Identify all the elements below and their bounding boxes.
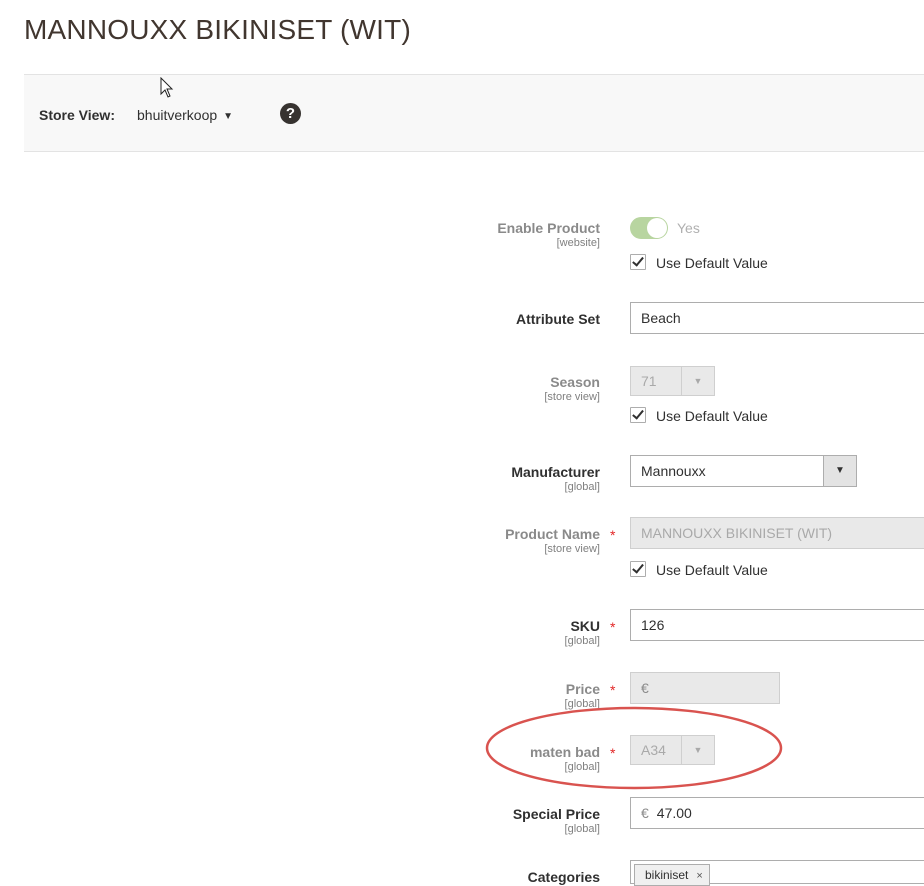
category-tag: bikiniset × xyxy=(634,864,710,886)
season-select[interactable]: 71 ▼ xyxy=(630,366,715,396)
season-use-default-label: Use Default Value xyxy=(656,408,768,424)
maten-bad-select[interactable]: A34 ▼ xyxy=(630,735,715,765)
season-scope: [store view] xyxy=(544,391,600,403)
help-icon[interactable]: ? xyxy=(280,103,301,124)
maten-bad-label: maten bad xyxy=(529,744,600,760)
store-view-switcher[interactable]: bhuitverkoop ▼ xyxy=(137,107,233,123)
sku-input[interactable]: 126 xyxy=(630,609,924,641)
store-view-label: Store View: xyxy=(39,107,115,123)
season-value: 71 xyxy=(641,373,657,389)
season-use-default-checkbox[interactable] xyxy=(630,407,646,423)
enable-product-label: Enable Product xyxy=(497,220,600,236)
sku-label: SKU xyxy=(570,618,600,634)
required-marker: * xyxy=(610,745,616,761)
page-title: MANNOUXX BIKINISET (WIT) xyxy=(24,14,411,45)
sku-scope: [global] xyxy=(564,635,600,647)
attribute-set-select[interactable]: Beach xyxy=(630,302,924,334)
checkmark-icon xyxy=(632,561,644,574)
maten-bad-scope: [global] xyxy=(564,761,600,773)
enable-product-use-default-label: Use Default Value xyxy=(656,255,768,271)
required-marker: * xyxy=(610,682,616,698)
manufacturer-select[interactable]: Mannouxx ▼ xyxy=(630,455,857,487)
categories-label: Categories xyxy=(527,869,600,885)
category-tag-label: bikiniset xyxy=(645,868,689,882)
enable-product-toggle[interactable] xyxy=(630,217,668,239)
price-scope: [global] xyxy=(564,698,600,710)
chevron-down-icon: ▼ xyxy=(681,736,714,764)
required-marker: * xyxy=(610,619,616,635)
special-price-scope: [global] xyxy=(564,823,600,835)
special-price-label: Special Price xyxy=(512,806,600,822)
enable-product-scope: [website] xyxy=(556,237,600,249)
chevron-down-icon: ▼ xyxy=(681,367,714,395)
special-price-input[interactable]: €47.00 xyxy=(630,797,924,829)
special-price-value: 47.00 xyxy=(656,805,692,821)
price-input[interactable]: € xyxy=(630,672,780,704)
enable-product-use-default-checkbox[interactable] xyxy=(630,254,646,270)
product-name-input[interactable]: MANNOUXX BIKINISET (WIT) xyxy=(630,517,924,549)
maten-bad-value: A34 xyxy=(641,742,666,758)
mouse-cursor-icon xyxy=(160,77,174,98)
attribute-set-label: Attribute Set xyxy=(516,311,600,327)
store-view-bar: Store View: bhuitverkoop ▼ ? xyxy=(24,74,924,152)
product-name-label: Product Name xyxy=(505,526,600,542)
chevron-down-icon: ▼ xyxy=(823,456,856,486)
manufacturer-scope: [global] xyxy=(564,481,600,493)
toggle-knob xyxy=(647,218,667,238)
manufacturer-label: Manufacturer xyxy=(511,464,600,480)
checkmark-icon xyxy=(632,407,644,420)
caret-down-icon: ▼ xyxy=(223,111,234,122)
store-view-value: bhuitverkoop xyxy=(137,107,218,123)
required-marker: * xyxy=(610,527,616,543)
product-name-scope: [store view] xyxy=(544,543,600,555)
enable-product-toggle-label: Yes xyxy=(677,220,700,236)
remove-tag-icon[interactable]: × xyxy=(696,870,702,882)
currency-symbol: € xyxy=(641,805,649,821)
season-label: Season xyxy=(550,374,600,390)
product-name-use-default-checkbox[interactable] xyxy=(630,561,646,577)
price-label: Price xyxy=(565,681,600,697)
product-name-use-default-label: Use Default Value xyxy=(656,562,768,578)
manufacturer-value: Mannouxx xyxy=(641,463,706,479)
currency-symbol: € xyxy=(641,680,649,696)
checkmark-icon xyxy=(632,254,644,267)
